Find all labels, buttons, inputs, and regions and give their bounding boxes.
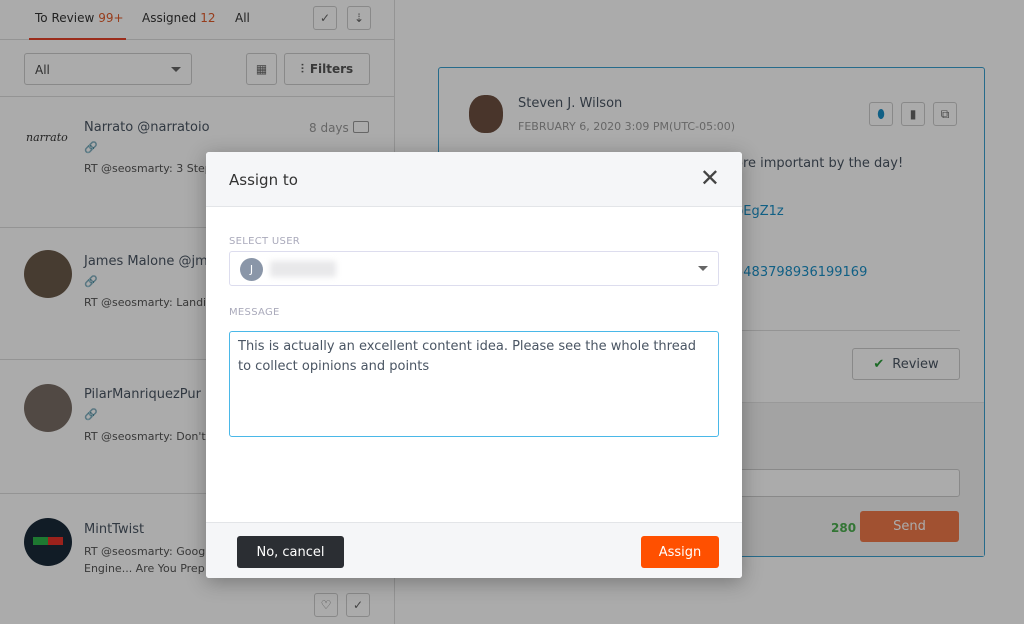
assign-button[interactable]: Assign	[641, 536, 719, 568]
close-icon[interactable]: ✕	[700, 164, 720, 192]
cancel-button[interactable]: No, cancel	[237, 536, 344, 568]
user-name-redacted	[270, 261, 336, 277]
select-user-dropdown[interactable]: J	[229, 251, 719, 286]
user-avatar: J	[240, 258, 263, 281]
dialog-footer: No, cancel Assign	[206, 522, 742, 578]
caret-down-icon	[698, 266, 708, 271]
message-textarea[interactable]: This is actually an excellent content id…	[229, 331, 719, 437]
dialog-header: Assign to ✕	[206, 152, 742, 207]
message-label: MESSAGE	[229, 307, 280, 318]
assign-dialog: Assign to ✕ SELECT USER J MESSAGE This i…	[206, 152, 742, 578]
select-user-label: SELECT USER	[229, 236, 301, 247]
dialog-title: Assign to	[229, 171, 298, 189]
